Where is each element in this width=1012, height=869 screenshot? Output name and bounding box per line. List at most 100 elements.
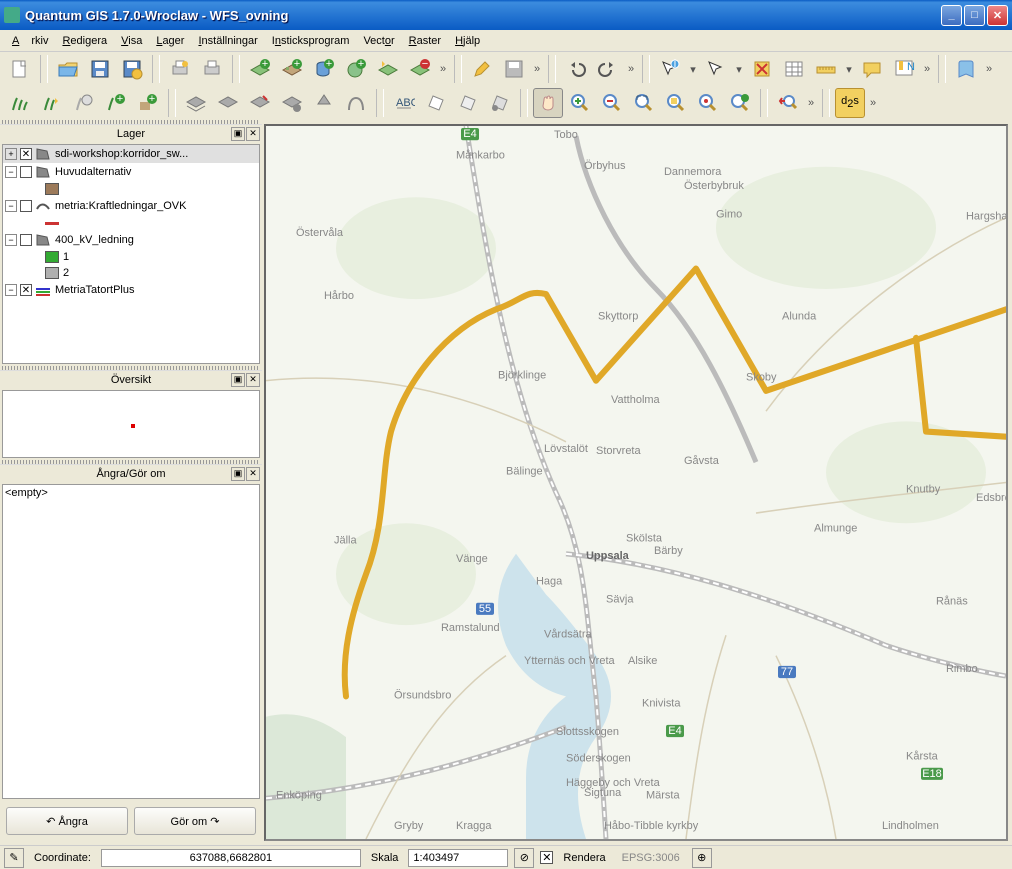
toolbar1-dd1[interactable]: ▾ [686, 63, 700, 76]
layer-node[interactable]: − ✕ MetriaTatortPlus [3, 281, 259, 299]
pan-button[interactable] [533, 88, 563, 118]
grass-tool-2[interactable] [37, 88, 67, 118]
menu-visa[interactable]: Visa [115, 33, 148, 49]
expand-icon[interactable]: − [5, 166, 17, 178]
add-raster-layer-button[interactable]: + [277, 54, 307, 84]
layer-node[interactable]: − Huvudalternativ [3, 163, 259, 181]
expand-icon[interactable]: − [5, 200, 17, 212]
menu-lager[interactable]: Lager [150, 33, 190, 49]
new-vector-layer-button[interactable] [373, 54, 403, 84]
layers-undock[interactable]: ▣ [231, 127, 245, 141]
menu-vector[interactable]: Vector [357, 33, 400, 49]
layer-checkbox[interactable] [20, 166, 32, 178]
zoom-in-button[interactable] [565, 88, 595, 118]
maximize-button[interactable]: □ [964, 5, 985, 26]
layer-node[interactable]: − 400_kV_ledning [3, 231, 259, 249]
label-tool[interactable]: ABC [389, 88, 419, 118]
grass-tool-3[interactable] [69, 88, 99, 118]
d2s-button[interactable]: d2s [835, 88, 865, 118]
redo-button[interactable] [593, 54, 623, 84]
measure-button[interactable] [811, 54, 841, 84]
annotation-tool-1[interactable] [421, 88, 451, 118]
add-wms-layer-button[interactable]: + [341, 54, 371, 84]
zoom-selection-button[interactable] [661, 88, 691, 118]
undo-action-button[interactable]: ↶ Ångra [6, 807, 128, 835]
layer-checkbox[interactable]: ✕ [20, 148, 32, 160]
undo-undock[interactable]: ▣ [231, 467, 245, 481]
overview-undock[interactable]: ▣ [231, 373, 245, 387]
expand-icon[interactable]: − [5, 284, 17, 296]
add-vector-layer-button[interactable]: + [245, 54, 275, 84]
grass-add-raster[interactable]: + [133, 88, 163, 118]
zoom-layer-button[interactable] [693, 88, 723, 118]
status-stop-render[interactable]: ⊘ [514, 848, 534, 868]
grass-tool-1[interactable] [5, 88, 35, 118]
undo-button[interactable] [561, 54, 591, 84]
layer-tool-3[interactable] [245, 88, 275, 118]
toolbar2-more[interactable]: » [804, 97, 818, 109]
toolbar2-more2[interactable]: » [866, 97, 880, 109]
layer-tool-6[interactable] [341, 88, 371, 118]
scale-input[interactable] [408, 849, 508, 867]
layer-checkbox[interactable] [20, 234, 32, 246]
layer-tool-5[interactable] [309, 88, 339, 118]
expand-icon[interactable]: + [5, 148, 17, 160]
layer-tool-4[interactable] [277, 88, 307, 118]
map-canvas[interactable]: E4 55 77 E18 E4 ToboMånkarboÖrbyhusDanne… [264, 124, 1008, 841]
toolbar1-dd2[interactable]: ▾ [732, 63, 746, 76]
toolbar1-more5[interactable]: » [982, 63, 996, 75]
undo-close[interactable]: ✕ [246, 467, 260, 481]
toolbar1-more3[interactable]: » [624, 63, 638, 75]
layer-node[interactable]: − metria:Kraftledningar_OVK [3, 197, 259, 215]
close-button[interactable]: ✕ [987, 5, 1008, 26]
layers-close[interactable]: ✕ [246, 127, 260, 141]
toolbar1-dd3[interactable]: ▾ [842, 63, 856, 76]
layer-checkbox[interactable] [20, 200, 32, 212]
deselect-button[interactable] [747, 54, 777, 84]
toolbar1-more[interactable]: » [436, 63, 450, 75]
select-button[interactable] [701, 54, 731, 84]
print-button[interactable] [197, 54, 227, 84]
toggle-editing-button[interactable] [467, 54, 497, 84]
menu-installningar[interactable]: Inställningar [192, 33, 263, 49]
maptips-button[interactable] [857, 54, 887, 84]
print-composer-button[interactable] [165, 54, 195, 84]
save-project-button[interactable] [85, 54, 115, 84]
save-as-button[interactable] [117, 54, 147, 84]
layers-tree[interactable]: + ✕ sdi-workshop:korridor_sw...− Huvudal… [2, 144, 260, 364]
overview-panel[interactable] [2, 390, 260, 458]
layer-tool-2[interactable] [213, 88, 243, 118]
expand-icon[interactable]: − [5, 234, 17, 246]
bookmark-button[interactable]: N [889, 54, 919, 84]
grass-add-vector[interactable]: + [101, 88, 131, 118]
toolbar1-more4[interactable]: » [920, 63, 934, 75]
save-edits-button[interactable] [499, 54, 529, 84]
layer-tool-1[interactable] [181, 88, 211, 118]
layer-node[interactable]: + ✕ sdi-workshop:korridor_sw... [3, 145, 259, 163]
identify-button[interactable]: i [655, 54, 685, 84]
layer-checkbox[interactable]: ✕ [20, 284, 32, 296]
redo-action-button[interactable]: Gör om ↷ [134, 807, 256, 835]
annotation-tool-3[interactable] [485, 88, 515, 118]
menu-insticks[interactable]: Insticksprogram [266, 33, 356, 49]
menu-arkiv[interactable]: Arkiv [6, 33, 54, 49]
toolbar1-more2[interactable]: » [530, 63, 544, 75]
coord-input[interactable] [101, 849, 361, 867]
menu-redigera[interactable]: Redigera [56, 33, 113, 49]
attribute-table-button[interactable] [779, 54, 809, 84]
menu-hjalp[interactable]: Hjälp [449, 33, 486, 49]
zoom-last-button[interactable] [725, 88, 755, 118]
minimize-button[interactable]: _ [941, 5, 962, 26]
zoom-full-button[interactable] [629, 88, 659, 118]
crs-button[interactable]: ⊕ [692, 848, 712, 868]
help-button[interactable] [951, 54, 981, 84]
new-project-button[interactable] [5, 54, 35, 84]
zoom-prev-button[interactable] [773, 88, 803, 118]
open-project-button[interactable] [53, 54, 83, 84]
add-db-layer-button[interactable]: + [309, 54, 339, 84]
render-checkbox[interactable]: ✕ [540, 851, 553, 864]
zoom-out-button[interactable] [597, 88, 627, 118]
remove-layer-button[interactable]: − [405, 54, 435, 84]
annotation-tool-2[interactable] [453, 88, 483, 118]
menu-raster[interactable]: Raster [403, 33, 447, 49]
